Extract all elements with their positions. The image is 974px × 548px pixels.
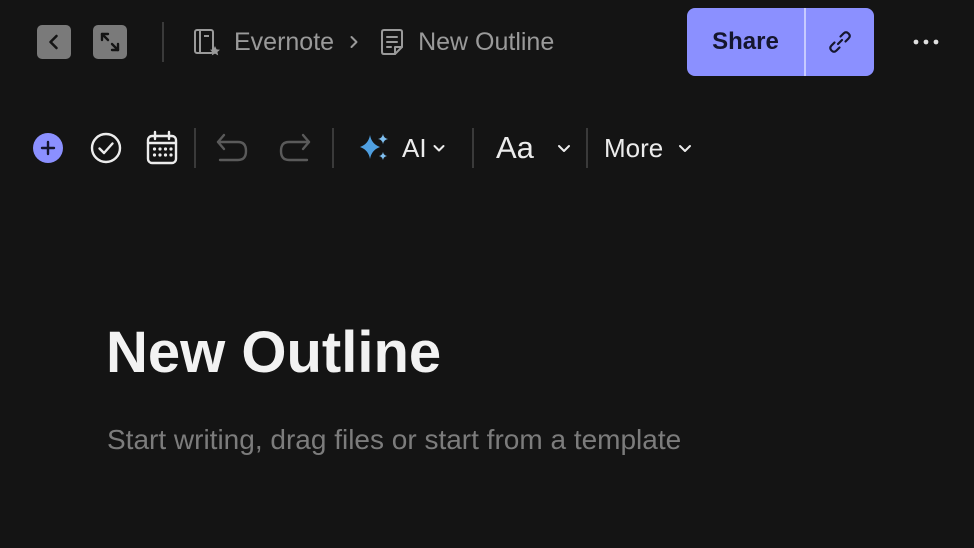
text-format-button[interactable]: Aa	[496, 120, 572, 176]
share-button[interactable]: Share	[687, 8, 804, 76]
share-button-group: Share	[687, 8, 874, 76]
task-button[interactable]	[89, 120, 123, 176]
more-horizontal-icon	[913, 39, 939, 45]
note-body-placeholder[interactable]: Start writing, drag files or start from …	[107, 423, 681, 457]
breadcrumb-note[interactable]: New Outline	[378, 27, 554, 57]
more-label: More	[604, 132, 664, 163]
back-button[interactable]	[37, 25, 71, 59]
calendar-icon	[146, 130, 178, 165]
breadcrumb-separator-icon	[348, 34, 360, 50]
ai-menu-button[interactable]: AI	[356, 120, 446, 176]
note-editor-window: Evernote New Outline Share AI Aa More Ne…	[0, 0, 974, 548]
calendar-button[interactable]	[145, 120, 179, 176]
check-circle-icon	[90, 132, 122, 164]
redo-icon	[279, 133, 311, 162]
chevron-down-icon	[679, 145, 692, 152]
toolbar-divider	[194, 128, 196, 168]
chevron-down-icon	[433, 145, 445, 152]
toolbar-divider	[586, 128, 588, 168]
chevron-left-icon	[49, 34, 58, 50]
plus-circle-icon	[33, 133, 63, 163]
insert-button[interactable]	[32, 120, 64, 176]
formatting-toolbar: AI Aa More	[0, 120, 974, 176]
toolbar-divider	[472, 128, 474, 168]
expand-arrows-icon	[100, 32, 120, 52]
breadcrumb-note-label: New Outline	[418, 27, 555, 56]
top-bar: Evernote New Outline Share	[0, 0, 974, 84]
breadcrumb-notebook-label: Evernote	[234, 27, 335, 56]
undo-button[interactable]	[214, 120, 250, 176]
copy-link-button[interactable]	[806, 8, 874, 76]
undo-icon	[216, 133, 248, 162]
ai-label: AI	[402, 132, 427, 163]
expand-button[interactable]	[93, 25, 127, 59]
topbar-divider	[162, 22, 164, 62]
note-document-icon	[381, 29, 404, 55]
text-format-label: Aa	[496, 130, 534, 165]
more-menu-button[interactable]: More	[604, 120, 693, 176]
redo-button[interactable]	[277, 120, 313, 176]
breadcrumb-notebook[interactable]: Evernote	[190, 26, 334, 58]
chevron-down-icon	[557, 145, 570, 152]
notebook-star-icon	[194, 29, 220, 56]
link-icon	[829, 31, 851, 53]
note-title[interactable]: New Outline	[106, 318, 441, 388]
ai-sparkle-icon	[360, 134, 388, 160]
toolbar-divider	[332, 128, 334, 168]
more-options-button[interactable]	[906, 30, 946, 54]
breadcrumb: Evernote New Outline	[190, 22, 554, 62]
